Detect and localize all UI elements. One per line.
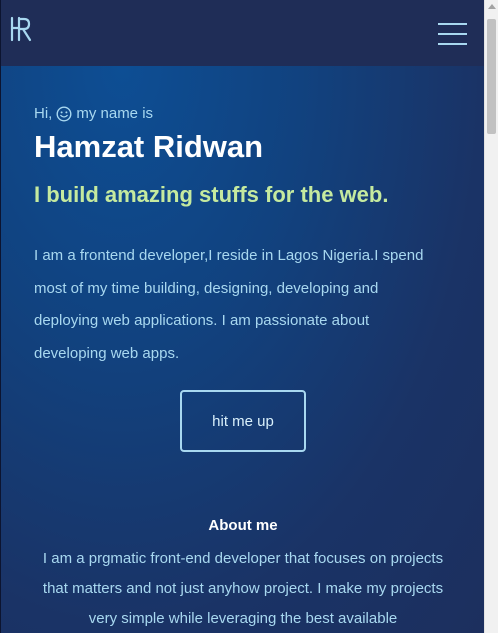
vertical-scrollbar[interactable] <box>484 0 498 633</box>
hero-intro-text: I am a frontend developer,I reside in La… <box>34 247 424 362</box>
about-text: I am a prgmatic front-end developer that… <box>42 550 444 627</box>
hamburger-menu-icon[interactable] <box>438 19 468 49</box>
hero-name: Hamzat Ridwan <box>34 129 264 164</box>
greeting-prefix: Hi, <box>34 105 53 122</box>
hr-logo-icon[interactable] <box>10 15 32 43</box>
smiley-face-icon <box>56 105 72 122</box>
hero-tagline: I build amazing stuffs for the web. <box>34 182 389 207</box>
about-heading: About me <box>208 517 278 534</box>
greeting: Hi, my name is <box>34 105 153 122</box>
scroll-up-arrow-icon[interactable] <box>488 4 496 9</box>
scrollbar-thumb[interactable] <box>487 19 496 134</box>
page-viewport: Hi, my name is Hamzat Ridwan I build ama… <box>0 0 484 633</box>
greeting-suffix: my name is <box>76 105 154 122</box>
hit-me-up-button[interactable]: hit me up <box>180 390 306 452</box>
top-navbar <box>1 0 484 66</box>
